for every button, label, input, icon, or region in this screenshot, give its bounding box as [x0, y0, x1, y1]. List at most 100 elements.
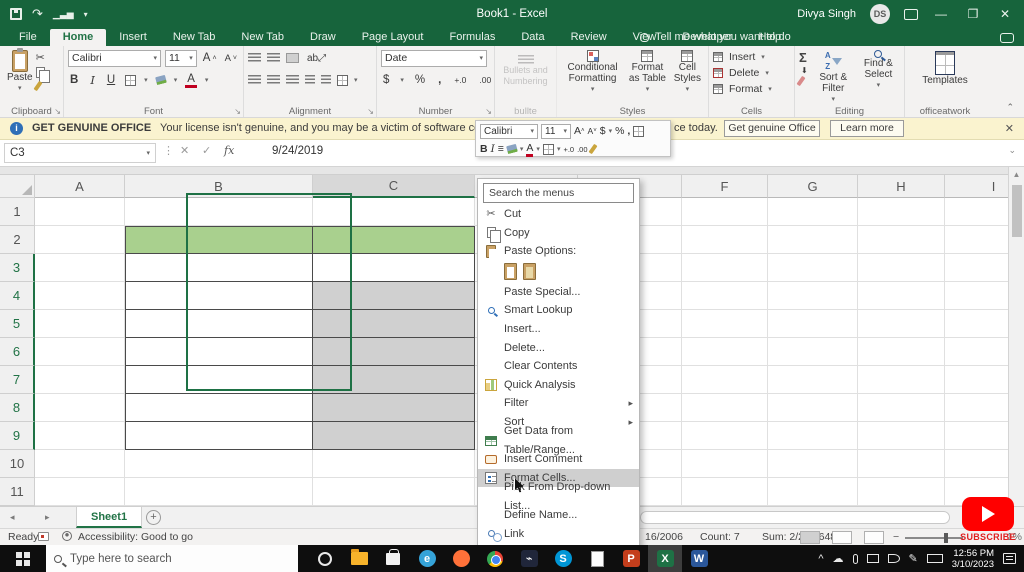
zoom-slider[interactable] — [905, 537, 963, 539]
cell-F4[interactable] — [682, 282, 768, 310]
clear-icon[interactable] — [796, 75, 806, 87]
mini-grow-font-icon[interactable]: A ˄ — [574, 125, 585, 137]
underline-icon[interactable]: U — [105, 74, 117, 86]
sheet-nav-arrows[interactable]: ◂ ▸ — [10, 512, 64, 523]
row-header-7[interactable]: 7 — [0, 366, 35, 394]
expand-formula-bar-icon[interactable]: ⌄ — [1008, 145, 1016, 156]
cortana-icon[interactable] — [308, 545, 342, 572]
edge-icon[interactable]: e — [410, 545, 444, 572]
cell-A7[interactable] — [35, 366, 125, 394]
italic-icon[interactable]: I — [88, 73, 97, 87]
skype-icon[interactable]: S — [546, 545, 580, 572]
menu-item-filter[interactable]: Filter ▸ — [478, 394, 639, 413]
center-icon[interactable] — [267, 75, 280, 85]
zoom-out-icon[interactable]: − — [893, 531, 899, 543]
cell-A1[interactable] — [35, 198, 125, 226]
formula-bar-value[interactable]: 9/24/2019 — [272, 145, 323, 157]
row-header-11[interactable]: 11 — [0, 478, 35, 506]
horizontal-scrollbar[interactable] — [640, 511, 950, 524]
menu-item-paste-special[interactable]: Paste Special... — [478, 283, 639, 302]
accounting-format-icon[interactable]: $ — [381, 74, 391, 86]
mini-font-name-select[interactable]: Calibri ▾ — [480, 123, 538, 139]
network-icon[interactable] — [866, 554, 879, 563]
percent-style-icon[interactable]: % — [413, 74, 427, 86]
borders-icon[interactable] — [125, 74, 137, 86]
cell-G5[interactable] — [768, 310, 858, 338]
name-cell-amelie[interactable] — [125, 394, 313, 422]
cell-F3[interactable] — [682, 254, 768, 282]
user-name[interactable]: Divya Singh — [797, 8, 856, 20]
mini-italic-icon[interactable]: I — [491, 143, 495, 155]
cell-B11[interactable] — [125, 478, 313, 506]
cell-B10[interactable] — [125, 450, 313, 478]
row-header-6[interactable]: 6 — [0, 338, 35, 366]
row-header-9[interactable]: 9 — [0, 422, 35, 450]
comments-icon[interactable] — [1000, 33, 1014, 43]
font-color-icon[interactable]: A — [185, 73, 197, 88]
dark-app-icon[interactable]: ⌁ — [512, 545, 546, 572]
file-explorer-icon[interactable] — [342, 545, 376, 572]
date-cell-8[interactable] — [313, 394, 475, 422]
font-name-select[interactable]: Calibri ▾ — [68, 49, 161, 67]
top-align-icon[interactable] — [248, 53, 261, 63]
collapse-ribbon-icon[interactable]: ⌃ — [1006, 102, 1014, 113]
cell-H2[interactable] — [858, 226, 945, 254]
autosum-icon[interactable]: Σ — [799, 50, 810, 65]
store-icon[interactable] — [376, 545, 410, 572]
menu-item-copy[interactable]: Copy — [478, 224, 639, 244]
mini-comma-icon[interactable]: , — [627, 125, 630, 137]
number-dialog-launcher[interactable]: ↘ — [485, 107, 492, 116]
cell-G10[interactable] — [768, 450, 858, 478]
ribbon-tab-formulas[interactable]: Formulas — [436, 29, 508, 46]
tell-me-box[interactable]: Tell me what you want to do — [630, 29, 801, 46]
cell-H8[interactable] — [858, 394, 945, 422]
notes-icon[interactable] — [580, 545, 614, 572]
paste-values-icon[interactable] — [523, 263, 536, 281]
menu-item-quick-analysis[interactable]: Quick Analysis — [478, 376, 639, 395]
zoom-slider-handle[interactable] — [944, 533, 948, 543]
row-header-5[interactable]: 5 — [0, 310, 35, 338]
cell-A3[interactable] — [35, 254, 125, 282]
cut-icon[interactable]: ✂ — [36, 51, 45, 64]
cell-F2[interactable] — [682, 226, 768, 254]
conditional-formatting-button[interactable]: Conditional Formatting ▾ — [561, 49, 624, 96]
mini-center-icon[interactable]: ≡ — [498, 143, 504, 155]
decrease-decimal-icon[interactable]: .00 — [477, 75, 493, 85]
name-cell-jack[interactable] — [125, 254, 313, 282]
cell-A8[interactable] — [35, 394, 125, 422]
close-button[interactable]: ✕ — [996, 7, 1014, 21]
cell-H6[interactable] — [858, 338, 945, 366]
paste-keep-formatting-icon[interactable] — [504, 263, 517, 281]
name-cell-harrison[interactable] — [125, 310, 313, 338]
name-cell-william[interactable] — [125, 282, 313, 310]
ribbon-tab-home[interactable]: Home — [49, 29, 107, 46]
menu-item-link[interactable]: Link — [478, 525, 639, 544]
menu-item-get-data-from-table-range[interactable]: Get Data from Table/Range... — [478, 425, 639, 456]
format-button[interactable]: Format — [727, 83, 764, 95]
menu-item-smart-lookup[interactable]: Smart Lookup — [478, 301, 639, 320]
cell-C1[interactable] — [313, 198, 475, 226]
youtube-play-button[interactable] — [962, 497, 1014, 531]
onedrive-cloud-icon[interactable]: ☁ — [833, 552, 844, 565]
powerpoint-icon[interactable]: P — [614, 545, 648, 572]
font-size-select[interactable]: 11 ▾ — [165, 49, 197, 67]
format-as-table-button[interactable]: Format as Table ▾ — [624, 49, 671, 96]
fill-icon[interactable]: ⬇ — [799, 66, 810, 75]
ribbon-tab-review[interactable]: Review — [558, 29, 620, 46]
new-sheet-icon[interactable]: + — [146, 510, 161, 525]
align-left-icon[interactable] — [248, 75, 261, 85]
mini-shrink-font-icon[interactable]: A ˅ — [588, 126, 597, 136]
cell-B1[interactable] — [125, 198, 313, 226]
row-header-3[interactable]: 3 — [0, 254, 35, 282]
header-cell-aadmission[interactable] — [125, 226, 313, 254]
increase-decimal-icon[interactable]: +.0 — [452, 75, 468, 85]
page-break-view-icon[interactable] — [864, 531, 884, 544]
cell-C10[interactable] — [313, 450, 475, 478]
mini-borders-icon[interactable] — [542, 143, 554, 155]
page-layout-view-icon[interactable] — [832, 531, 852, 544]
mini-format-painter-icon[interactable] — [588, 143, 598, 155]
date-cell-6[interactable] — [313, 338, 475, 366]
find-select-button[interactable]: Find & Select ▾ — [857, 49, 900, 106]
cell-H9[interactable] — [858, 422, 945, 450]
taskbar-clock[interactable]: 12:56 PM 3/10/2023 — [952, 548, 994, 570]
